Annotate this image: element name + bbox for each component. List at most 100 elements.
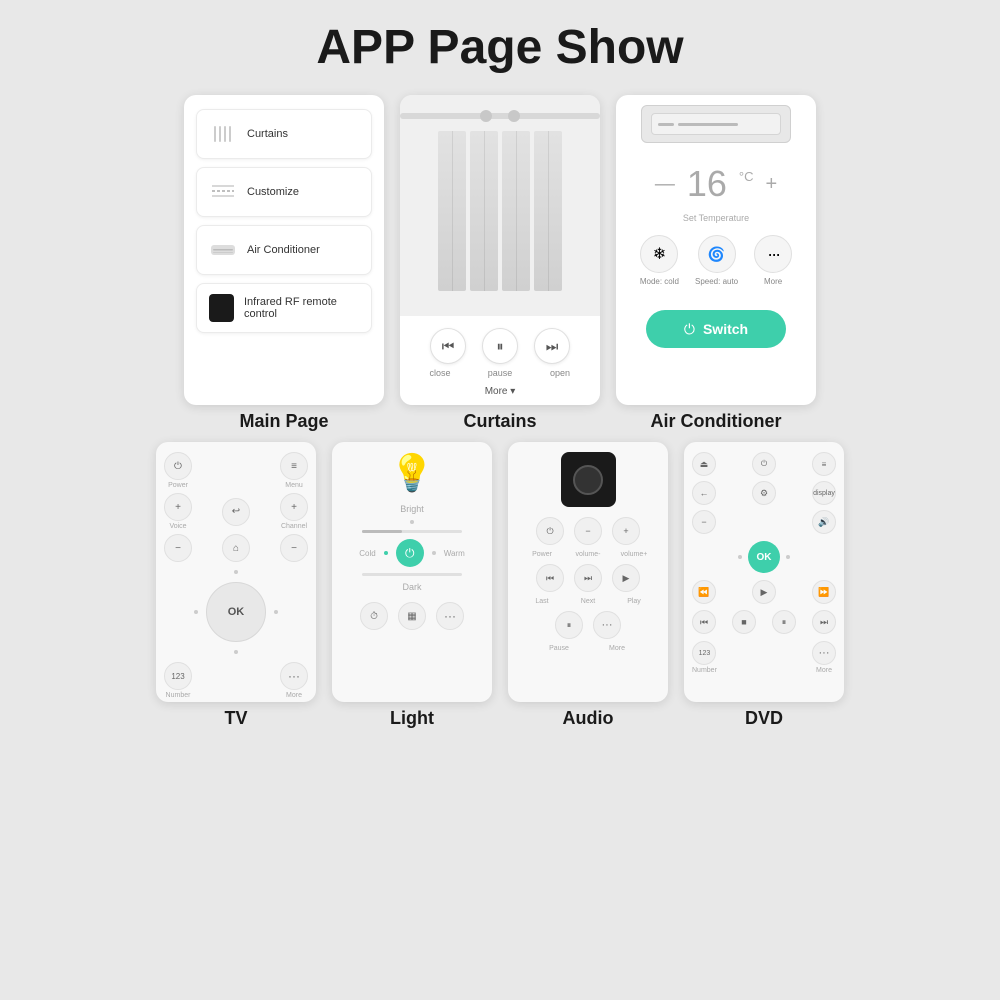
dvd-vol-btn[interactable]: 🔊 — [812, 510, 836, 534]
tv-more-btn[interactable]: ··· — [280, 662, 308, 690]
bright-slider[interactable] — [362, 530, 462, 533]
mode-speed-btn: 🌀 — [698, 235, 736, 273]
dvd-next-btn[interactable]: ⏭ — [812, 610, 836, 634]
audio-pause-btn[interactable]: ⏸ — [555, 611, 583, 639]
dvd-rew-btn[interactable]: ⏪ — [692, 580, 716, 604]
curtain-btn-labels: close pause open — [422, 368, 578, 378]
tv-row-2: + Voice ↩ + Channel — [164, 493, 308, 530]
ac-unit-illustration — [641, 105, 791, 143]
open-button[interactable]: ⏭ — [534, 328, 570, 364]
dvd-ok-btn[interactable]: OK — [748, 541, 780, 573]
tv-center: OK — [164, 582, 308, 642]
light-controls: ⏱ ▦ ··· — [360, 602, 464, 630]
dvd-power-btn[interactable]: ⏻ — [752, 452, 776, 476]
light-power-btn[interactable]: ⏻ — [396, 539, 424, 567]
color-temp-slider[interactable] — [362, 573, 462, 576]
tv-ok-btn[interactable]: OK — [206, 582, 266, 642]
menu-item-curtains[interactable]: Curtains — [196, 109, 372, 159]
mode-more-btn: ··· — [754, 235, 792, 273]
dvd-display-btn[interactable]: display — [812, 481, 836, 505]
more-link[interactable]: More ▾ — [485, 386, 516, 397]
audio-vol-plus[interactable]: + — [612, 517, 640, 545]
dvd-row-1: ⏏ ⏻ ≡ — [692, 452, 836, 476]
dvd-menu-btn[interactable]: ≡ — [812, 452, 836, 476]
light-timer-btn[interactable]: ⏱ — [360, 602, 388, 630]
light-screen: 💡 Bright Cold ⏻ Warm Dark — [332, 442, 492, 702]
switch-btn-text: Switch — [703, 321, 748, 337]
ac-temp-label: Set Temperature — [683, 213, 749, 223]
dvd-dot-right — [786, 555, 790, 559]
dvd-pause-btn[interactable]: ⏸ — [772, 610, 796, 634]
light-more-btn[interactable]: ··· — [436, 602, 464, 630]
curtain-buttons: ⏮ ⏸ ⏭ — [430, 328, 570, 364]
pause-button[interactable]: ⏸ — [482, 328, 518, 364]
tv-screen: ⏻ Power ≡ Menu + Voice ↩ + — [156, 442, 316, 702]
dvd-num-btn[interactable]: 123 — [692, 641, 716, 665]
audio-more-btn[interactable]: ··· — [593, 611, 621, 639]
menu-item-customize[interactable]: Customize — [196, 167, 372, 217]
temp-minus[interactable]: — — [655, 173, 675, 196]
dvd-back-btn[interactable]: ← — [692, 481, 716, 505]
temp-plus[interactable]: + — [765, 173, 777, 196]
dvd-prev-btn[interactable]: ⏮ — [692, 610, 716, 634]
speaker-icon — [561, 452, 616, 507]
ac-label: Air Conditioner — [651, 411, 782, 432]
open-label: open — [542, 368, 578, 378]
menu-text-ir: Infrared RF remote control — [244, 296, 359, 320]
dvd-eject-btn[interactable]: ⏏ — [692, 452, 716, 476]
dvd-more-btn[interactable]: ··· — [812, 641, 836, 665]
audio-label: Audio — [563, 708, 614, 729]
page-wrapper: APP Page Show Curtains — [0, 0, 1000, 1000]
tv-ch-plus[interactable]: + — [280, 493, 308, 521]
ac-temperature: 16 — [687, 163, 727, 205]
menu-item-ir[interactable]: Infrared RF remote control — [196, 283, 372, 333]
bottom-row: ⏻ Power ≡ Menu + Voice ↩ + — [156, 442, 844, 729]
menu-item-ac[interactable]: Air Conditioner — [196, 225, 372, 275]
tv-vol-minus[interactable]: − — [164, 534, 192, 562]
dvd-dot-left — [738, 555, 742, 559]
dvd-settings-btn[interactable]: ⚙ — [752, 481, 776, 505]
dvd-screen: ⏏ ⏻ ≡ ← ⚙ display − 🔊 OK — [684, 442, 844, 702]
menu-text-ac: Air Conditioner — [247, 244, 320, 256]
tv-back-btn[interactable]: ↩ — [222, 498, 250, 526]
tv-ch-minus[interactable]: − — [280, 534, 308, 562]
curtain-panel-4 — [534, 131, 562, 291]
tv-vol-plus[interactable]: + — [164, 493, 192, 521]
dvd-row-transport: ⏪ ▶ ⏩ — [692, 580, 836, 604]
mode-more-label: More — [764, 277, 782, 286]
cold-label: Cold — [359, 549, 375, 558]
ac-icon — [209, 236, 237, 264]
close-label: close — [422, 368, 458, 378]
audio-row-3: ⏸ ··· — [516, 611, 660, 639]
audio-power-btn[interactable]: ⏻ — [536, 517, 564, 545]
dvd-minus-btn[interactable]: − — [692, 510, 716, 534]
dvd-ffwd-btn[interactable]: ⏩ — [812, 580, 836, 604]
switch-button[interactable]: ⏻ Switch — [646, 310, 786, 348]
tv-home-btn[interactable]: ⌂ — [222, 534, 250, 562]
mode-cold[interactable]: ❄ Mode: cold — [640, 235, 679, 286]
close-button[interactable]: ⏮ — [430, 328, 466, 364]
mode-speed[interactable]: 🌀 Speed: auto — [695, 235, 738, 286]
dvd-play-btn[interactable]: ▶ — [752, 580, 776, 604]
tv-num-btn[interactable]: 123 — [164, 662, 192, 690]
audio-play-btn[interactable]: ▶ — [612, 564, 640, 592]
tv-dot-bottom — [234, 650, 238, 654]
mode-more[interactable]: ··· More — [754, 235, 792, 286]
dvd-row-3: − 🔊 — [692, 510, 836, 534]
audio-next-btn[interactable]: ⏭ — [574, 564, 602, 592]
bulb-icon: 💡 — [390, 452, 435, 494]
audio-vol-minus[interactable]: − — [574, 517, 602, 545]
tv-menu-btn[interactable]: ≡ — [280, 452, 308, 480]
dvd-label: DVD — [745, 708, 783, 729]
color-dot-2 — [432, 551, 436, 555]
tv-power-btn[interactable]: ⏻ — [164, 452, 192, 480]
dvd-stop-btn[interactable]: ■ — [732, 610, 756, 634]
audio-last-btn[interactable]: ⏮ — [536, 564, 564, 592]
main-label: Main Page — [239, 411, 328, 432]
light-scene-btn[interactable]: ▦ — [398, 602, 426, 630]
curtain-visual — [400, 95, 600, 316]
light-screen-container: 💡 Bright Cold ⏻ Warm Dark — [332, 442, 492, 729]
tv-screen-container: ⏻ Power ≡ Menu + Voice ↩ + — [156, 442, 316, 729]
ac-temp-unit: °C — [739, 169, 754, 184]
tv-row-bottom: 123 Number ··· More — [164, 662, 308, 699]
